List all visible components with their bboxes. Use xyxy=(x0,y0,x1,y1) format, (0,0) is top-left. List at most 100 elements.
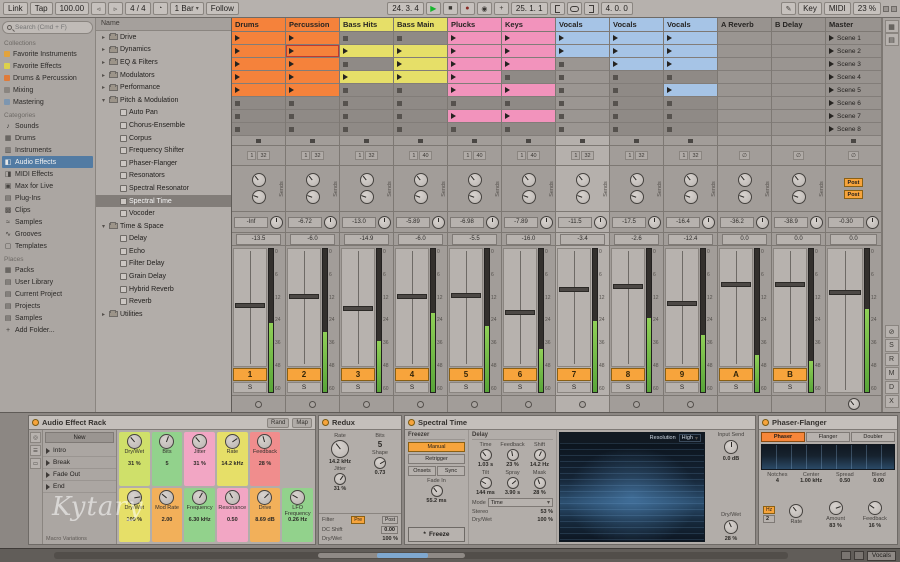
clip-slot[interactable] xyxy=(340,123,393,136)
peak-value[interactable]: -38.9 xyxy=(774,216,808,228)
rand-button[interactable]: Rand xyxy=(266,417,290,428)
spray-knob[interactable] xyxy=(506,477,519,489)
clip-play-icon[interactable] xyxy=(505,48,510,54)
master-io-value[interactable]: ∅ xyxy=(848,151,859,160)
clip-slot[interactable] xyxy=(502,110,555,123)
send-b-knob[interactable] xyxy=(413,190,428,204)
scene-launch-icon[interactable] xyxy=(829,48,834,54)
clip-slot[interactable] xyxy=(340,110,393,123)
volume-value[interactable]: -5.5 xyxy=(452,233,497,245)
pan-knob[interactable] xyxy=(540,215,553,229)
category-item-max-for-live[interactable]: ▣ Max for Live xyxy=(2,180,93,192)
clip-slot[interactable] xyxy=(232,110,285,123)
tree-item-spectral-time[interactable]: Spectral Time xyxy=(96,194,231,208)
clip-play-icon[interactable] xyxy=(451,48,456,54)
stop-all-clips-button[interactable] xyxy=(526,138,531,143)
clip-play-icon[interactable] xyxy=(235,74,240,80)
clip-slot[interactable] xyxy=(502,123,555,136)
clip-play-icon[interactable] xyxy=(559,48,564,54)
scene-launch-icon[interactable] xyxy=(829,87,834,93)
scene-launch-icon[interactable] xyxy=(829,74,834,80)
tree-item-vocoder[interactable]: Vocoder xyxy=(96,207,231,220)
loop-button[interactable] xyxy=(566,2,582,15)
macro-knob[interactable] xyxy=(257,490,273,505)
tree-item-reverb[interactable]: Reverb xyxy=(96,295,231,308)
master-volume-value[interactable]: 0.0 xyxy=(830,233,877,245)
macro-knob[interactable] xyxy=(290,490,306,505)
volume-fader[interactable] xyxy=(773,248,807,367)
solo-button[interactable]: S xyxy=(395,382,429,393)
send-a-knob[interactable] xyxy=(683,173,698,187)
output-drywet-knob[interactable] xyxy=(724,520,738,534)
clip-play-icon[interactable] xyxy=(235,61,240,67)
clip-slot[interactable] xyxy=(664,97,717,110)
clip-slot[interactable] xyxy=(448,97,501,110)
tree-item-performance[interactable]: ▸ Performance xyxy=(96,81,231,94)
clip-slot[interactable] xyxy=(448,123,501,136)
link-button[interactable]: Link xyxy=(3,2,28,15)
clip-play-icon[interactable] xyxy=(235,48,240,54)
category-item-sounds[interactable]: ♪ Sounds xyxy=(2,120,93,132)
solo-button[interactable]: S xyxy=(719,382,753,393)
clip-play-icon[interactable] xyxy=(289,35,294,41)
macro-knob[interactable] xyxy=(257,434,273,449)
send-a-knob[interactable] xyxy=(575,173,590,187)
pan-knob[interactable] xyxy=(594,215,607,229)
variation-launch-icon[interactable] xyxy=(46,459,50,466)
io-value[interactable]: 40 xyxy=(419,151,432,160)
fade-in-knob[interactable] xyxy=(430,485,443,497)
master-peak-value[interactable]: -0.30 xyxy=(828,216,864,228)
io-value[interactable]: 1 xyxy=(301,151,311,160)
clip-slot[interactable] xyxy=(502,45,555,58)
sync-button[interactable]: Sync xyxy=(437,466,465,476)
tree-item-filter-delay[interactable]: Filter Delay xyxy=(96,258,231,271)
io-value[interactable]: 1 xyxy=(463,151,473,160)
clip-slot[interactable] xyxy=(286,110,339,123)
clip-slot[interactable] xyxy=(610,58,663,71)
onsets-button[interactable]: Onsets xyxy=(408,466,436,476)
tilt-value[interactable]: 144 ms xyxy=(476,490,495,496)
fader-handle[interactable] xyxy=(775,282,805,288)
volume-value[interactable]: 0.0 xyxy=(776,233,821,245)
mode-select[interactable]: Time ▾ xyxy=(487,498,553,507)
jitter-knob[interactable] xyxy=(334,473,346,485)
io-section-toggle[interactable]: ⊘ xyxy=(884,325,899,338)
filter-pre-button[interactable]: Pre xyxy=(351,516,365,524)
spectral-title-bar[interactable]: Spectral Time xyxy=(405,416,755,430)
clip-slot[interactable] xyxy=(286,71,339,84)
tree-expand-arrow[interactable]: ▾ xyxy=(100,223,107,230)
variation-item-fade-out[interactable]: Fade Out xyxy=(43,469,116,481)
clip-slot[interactable] xyxy=(394,45,447,58)
variation-launch-icon[interactable] xyxy=(46,483,50,490)
send-a-knob[interactable] xyxy=(791,173,806,187)
fader-handle[interactable] xyxy=(613,284,643,290)
io-value[interactable]: 32 xyxy=(257,151,270,160)
fader-handle[interactable] xyxy=(397,293,427,299)
return-b-prepost-toggle[interactable]: Post xyxy=(843,190,864,199)
crossfader-section-toggle[interactable]: X xyxy=(884,395,899,408)
clip-stop-icon[interactable] xyxy=(559,87,564,93)
send-a-knob[interactable] xyxy=(521,173,536,187)
fader-handle[interactable] xyxy=(667,300,697,306)
clip-slot[interactable] xyxy=(556,32,609,45)
volume-value[interactable]: -2.6 xyxy=(614,233,659,245)
category-item-midi-effects[interactable]: ◨ MIDI Effects xyxy=(2,168,93,180)
key-map-button[interactable]: Key xyxy=(798,2,822,15)
solo-button[interactable]: S xyxy=(449,382,483,393)
track-delay-section-toggle[interactable]: D xyxy=(884,381,899,394)
dc-shift-value[interactable]: 0.00 xyxy=(381,526,398,534)
tab-phaser[interactable]: Phaser xyxy=(761,432,805,442)
amount-knob[interactable] xyxy=(828,500,843,515)
tap-tempo-button[interactable]: Tap xyxy=(29,2,53,15)
clip-play-icon[interactable] xyxy=(667,61,672,67)
macro-knob[interactable] xyxy=(159,434,175,449)
stop-all-clips-button[interactable] xyxy=(688,138,693,143)
tilt-knob[interactable] xyxy=(479,477,492,489)
stop-all-clips-button[interactable] xyxy=(580,138,585,143)
tree-item-resonators[interactable]: Resonators xyxy=(96,170,231,183)
category-item-plug-ins[interactable]: ▤ Plug-Ins xyxy=(2,192,93,204)
place-item-projects[interactable]: ▤ Projects xyxy=(2,300,93,312)
volume-value[interactable]: -3.4 xyxy=(560,233,605,245)
arm-button[interactable] xyxy=(633,400,640,408)
clip-slot[interactable] xyxy=(232,97,285,110)
